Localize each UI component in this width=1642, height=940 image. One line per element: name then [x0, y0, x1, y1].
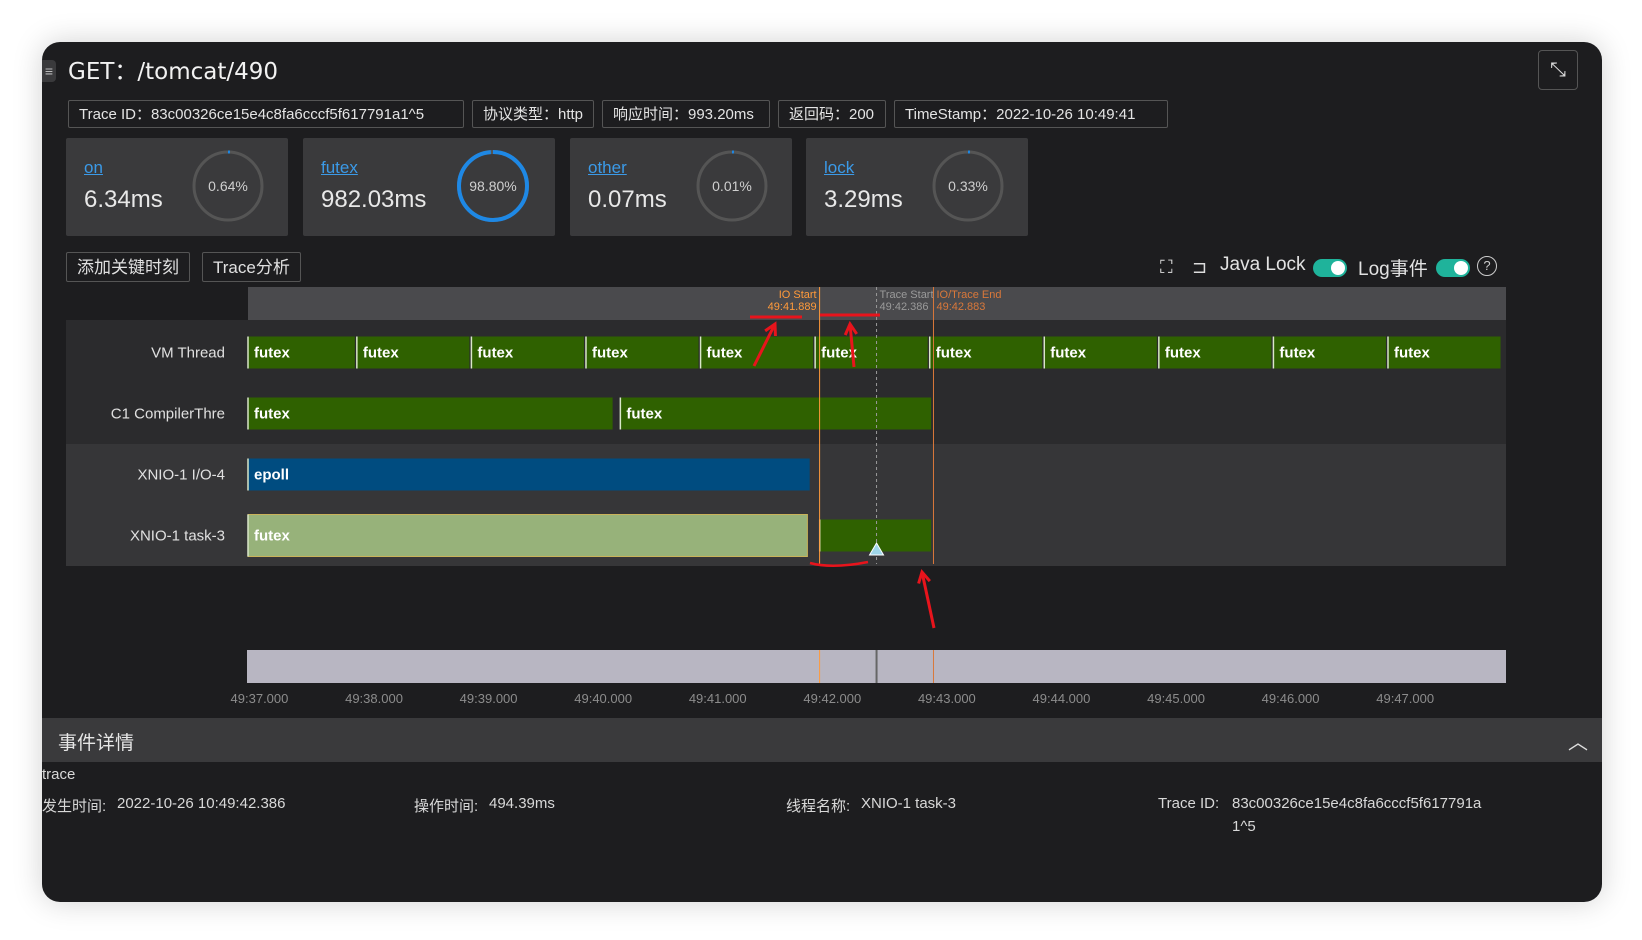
marker-time: 49:42.386: [880, 301, 929, 313]
op-time-value: 494.39ms: [489, 795, 555, 812]
occur-time-label: 发生时间:: [42, 798, 107, 815]
segment-label: epoll: [254, 467, 289, 484]
thread-label: C1 CompilerThre: [111, 406, 225, 423]
segment-label: futex: [1050, 345, 1086, 362]
event-details-title: 事件详情: [58, 733, 135, 754]
thread-label: VM Thread: [151, 345, 225, 362]
axis-tick-label: 49:42.000: [803, 691, 861, 706]
trace-id-label: Trace ID:: [1158, 795, 1220, 812]
marker-label: IO/Trace End: [936, 289, 1001, 301]
segment-label: futex: [1394, 345, 1430, 362]
op-time-label: 操作时间:: [414, 798, 479, 815]
thread-segment: [248, 458, 810, 491]
marker-label: Trace Start: [880, 289, 934, 301]
axis-tick-label: 49:43.000: [918, 691, 976, 706]
axis-tick-label: 49:45.000: [1147, 691, 1205, 706]
marker-time: 49:42.883: [936, 301, 985, 313]
thread-segment: [247, 514, 808, 557]
event-details-header[interactable]: 事件详情 ︿: [42, 718, 1602, 762]
axis-tick-label: 49:41.000: [689, 691, 747, 706]
axis-tick-label: 49:39.000: [460, 691, 518, 706]
axis-tick-label: 49:38.000: [345, 691, 403, 706]
segment-label: futex: [254, 345, 290, 362]
axis-tick-label: 49:47.000: [1376, 691, 1434, 706]
segment-label: futex: [707, 345, 743, 362]
segment-label: futex: [254, 406, 290, 423]
thread-label: XNIO-1 task-3: [130, 528, 225, 545]
trace-detail-window: ≡ GET：/tomcat/490 ⤡ Trace ID：83c00326ce1…: [42, 42, 1602, 902]
thread-name-label: 线程名称:: [786, 798, 851, 815]
axis-tick-label: 49:40.000: [574, 691, 632, 706]
thread-timeline: VM Thread futex futex futex futex futex futex f…: [66, 287, 1506, 706]
chevron-up-icon[interactable]: ︿: [1568, 726, 1588, 755]
trace-id-value-line2: 1^5: [1232, 818, 1256, 835]
occur-time-value: 2022-10-26 10:49:42.386: [117, 795, 286, 812]
event-type: trace: [42, 766, 76, 783]
segment-label: futex: [592, 345, 628, 362]
segment-label: futex: [363, 345, 399, 362]
thread-segment: [248, 397, 613, 430]
segment-label: futex: [1165, 345, 1201, 362]
segment-label: futex: [1279, 345, 1315, 362]
segment-label: futex: [936, 345, 972, 362]
segment-label: futex: [254, 528, 290, 545]
axis-tick-label: 49:44.000: [1033, 691, 1091, 706]
marker-time: 49:41.889: [768, 301, 817, 313]
axis-tick-label: 49:37.000: [231, 691, 289, 706]
segment-label: futex: [626, 406, 662, 423]
thread-segment: [620, 397, 932, 430]
marker-label: IO Start: [779, 289, 817, 301]
axis-tick-label: 49:46.000: [1262, 691, 1320, 706]
trace-id-value-line1: 83c00326ce15e4c8fa6cccf5f617791a: [1232, 795, 1482, 812]
segment-label: futex: [477, 345, 513, 362]
thread-name-value: XNIO-1 task-3: [861, 795, 957, 812]
thread-label: XNIO-1 I/O-4: [137, 467, 225, 484]
